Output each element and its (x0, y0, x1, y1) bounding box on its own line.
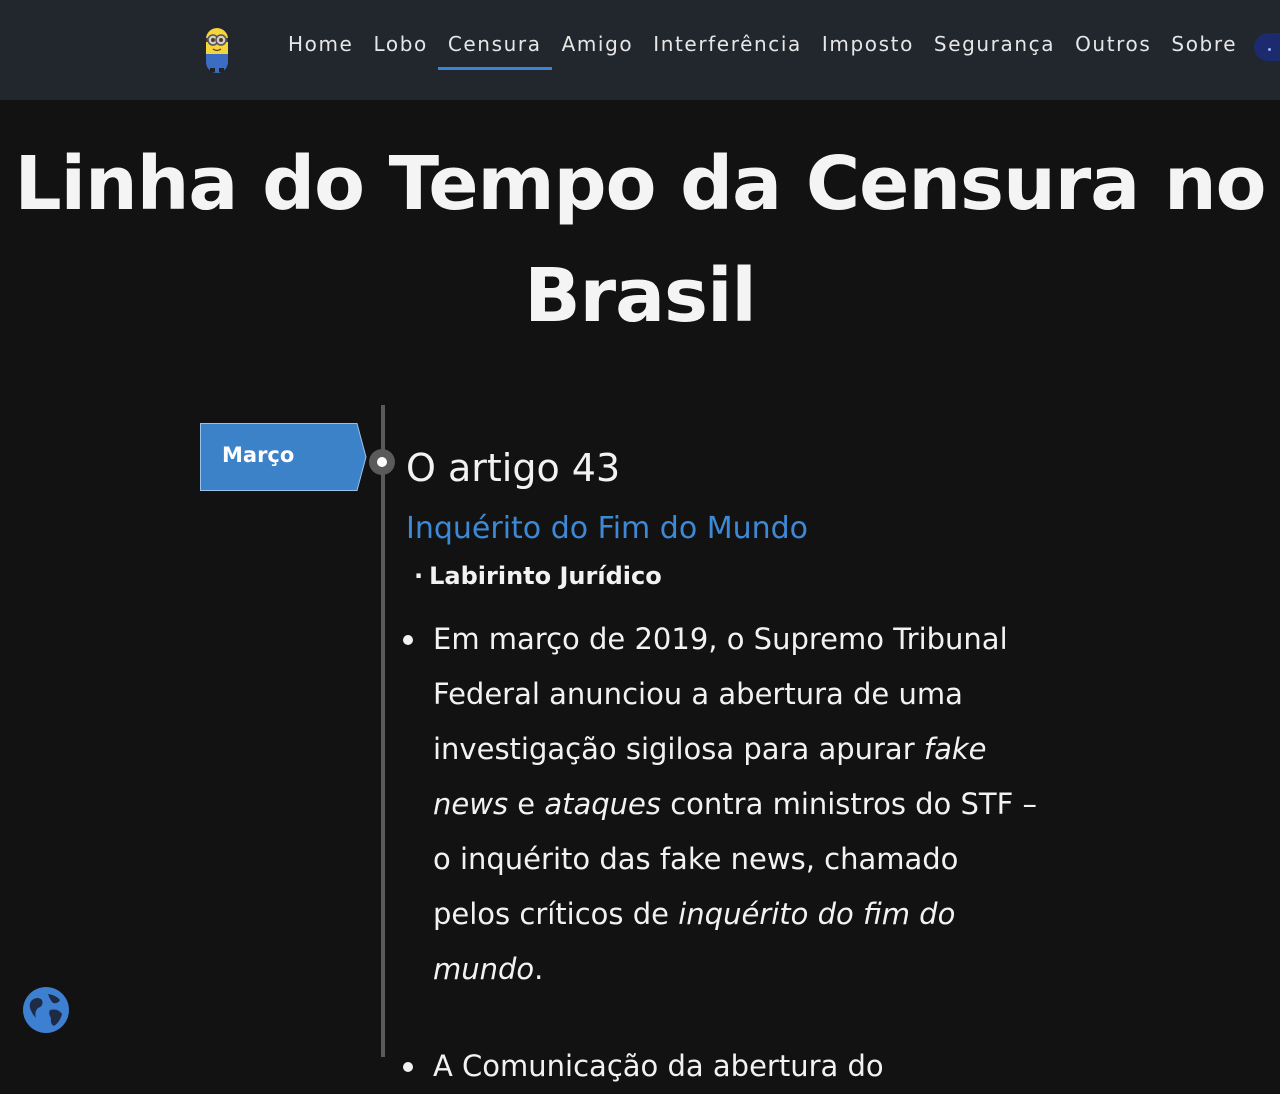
top-navbar: Home Lobo Censura Amigo Interferência Im… (0, 0, 1280, 100)
list-bullet (403, 635, 413, 645)
nav-link-censura[interactable]: Censura (437, 28, 552, 70)
meta-label: Labirinto Jurídico (429, 562, 662, 590)
nav-link-outros[interactable]: Outros (1065, 28, 1161, 66)
list-bullet (403, 1062, 413, 1072)
nav-link-interferencia[interactable]: Interferência (643, 28, 812, 66)
minion-icon[interactable] (198, 24, 236, 74)
list-item: Em março de 2019, o Supremo Tribunal Fed… (400, 612, 1040, 997)
timeline-line (381, 405, 385, 1057)
meta-bullet: · (414, 562, 424, 590)
entry-title: O artigo 43 (406, 446, 621, 490)
nav-links: Home Lobo Censura Amigo Interferência Im… (278, 28, 1247, 70)
nav-link-amigo[interactable]: Amigo (552, 28, 644, 66)
theme-toggle-icon[interactable] (1254, 33, 1280, 61)
globe-icon[interactable] (22, 986, 70, 1034)
nav-link-sobre[interactable]: Sobre (1161, 28, 1247, 66)
entry-meta: · Labirinto Jurídico (414, 558, 662, 594)
entry-body: Em março de 2019, o Supremo Tribunal Fed… (400, 612, 1040, 1094)
month-tag: Março (200, 423, 370, 491)
month-label: Março (222, 443, 295, 467)
nav-link-imposto[interactable]: Imposto (812, 28, 924, 66)
nav-link-seguranca[interactable]: Segurança (924, 28, 1065, 66)
nav-link-lobo[interactable]: Lobo (363, 28, 437, 66)
list-item: A Comunicação da abertura do (400, 1039, 1040, 1094)
nav-link-home[interactable]: Home (278, 28, 363, 66)
timeline-marker-icon (367, 447, 397, 477)
entry-link[interactable]: Inquérito do Fim do Mundo (406, 506, 808, 552)
page-title: Linha do Tempo da Censura no Brasil (14, 141, 1267, 339)
